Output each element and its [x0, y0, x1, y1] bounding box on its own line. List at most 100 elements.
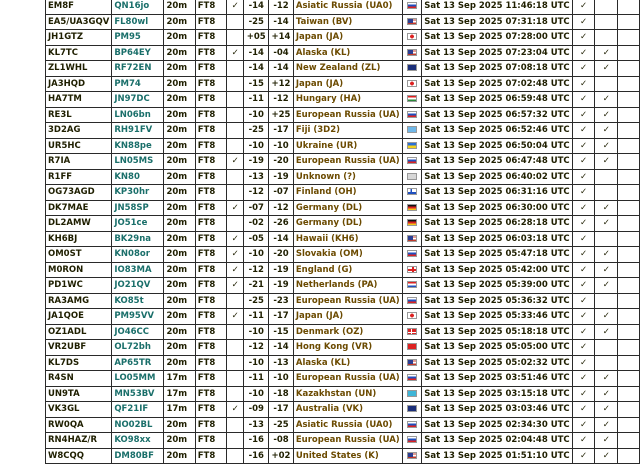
qsl-received-cell: ✓ [594, 44, 619, 61]
country-flag-cell [401, 246, 423, 263]
snr-sent-cell: -05 [243, 230, 270, 247]
country-flag-cell [401, 60, 423, 77]
table-row[interactable]: HA7TM JN97DC 20m FT8 -11 -12 Hungary (HA) Sat 1… [44, 91, 640, 108]
table-row[interactable]: JA3HQD PM74 20m FT8 -15 +12 Japan (JA) Sat 13 S… [44, 75, 640, 92]
band-cell: 20m [163, 246, 196, 263]
table-row[interactable]: RE3L LN06bn 20m FT8 -10 +25 European Russia (U… [44, 106, 640, 123]
extra-cell [617, 246, 640, 263]
timestamp-cell: Sat 13 Sep 2025 06:03:18 UTC [421, 230, 573, 247]
callsign-cell: R7IA [44, 153, 113, 170]
table-row[interactable]: PD1WC JO21QV 20m FT8 ✓ -21 -19 Netherlands (PA)… [44, 277, 640, 294]
snr-sent-cell: -10 [243, 246, 270, 263]
table-row[interactable]: KL7TC BP64EY 20m FT8 ✓ -14 -04 Alaska (KL) Sat 1… [44, 44, 640, 61]
confirmed-check-cell [225, 137, 245, 154]
table-row[interactable]: KH6BJ BK29na 20m FT8 ✓ -05 -14 Hawaii (KH6) Sat … [44, 230, 640, 247]
grid-cell: LN05MS [111, 153, 165, 170]
mode-cell: FT8 [194, 91, 228, 108]
qsl-received-cell [594, 292, 619, 309]
table-row[interactable]: VK3GL QF21IF 17m FT8 ✓ -09 -17 Australia (VK) Sa… [44, 401, 640, 418]
table-row[interactable]: DL2AMW JO51ce 20m FT8 -02 -26 Germany (DL) Sat … [44, 215, 640, 232]
country-flag-icon [406, 296, 417, 304]
mode-cell: FT8 [194, 354, 228, 371]
table-row[interactable]: EA5/UA3GQV FL80wl 20m FT8 -25 -14 Taiwan (BV) S… [44, 13, 640, 30]
dxcc-entity-cell: Asiatic Russia (UA0) [292, 0, 403, 15]
table-row[interactable]: R7IA LN05MS 20m FT8 ✓ -19 -20 European Russia (… [44, 153, 640, 170]
table-row[interactable]: JH1GTZ PM95 20m FT8 +05 +14 Japan (JA) Sat 13 S… [44, 29, 640, 46]
table-row[interactable]: UR5HC KN88pe 20m FT8 -10 -10 Ukraine (UR) Sat 1… [44, 137, 640, 154]
table-row[interactable]: ZL1WHL RF72EN 20m FT8 -14 -14 New Zealand (ZL)… [44, 60, 640, 77]
snr-received-cell: -12 [268, 0, 294, 15]
mode-cell: FT8 [194, 168, 228, 185]
table-row[interactable]: R1FF KN80 20m FT8 -13 -19 Unknown (?) Sat 13 Se… [44, 168, 640, 185]
qsl-received-cell: ✓ [594, 261, 619, 278]
extra-cell [617, 75, 640, 92]
callsign-cell: KL7TC [44, 44, 113, 61]
qsl-sent-cell: ✓ [571, 184, 596, 201]
snr-received-cell: +12 [268, 75, 294, 92]
band-cell: 20m [163, 261, 196, 278]
snr-sent-cell: -12 [243, 339, 270, 356]
timestamp-cell: Sat 13 Sep 2025 07:23:04 UTC [421, 44, 573, 61]
timestamp-cell: Sat 13 Sep 2025 06:31:16 UTC [421, 184, 573, 201]
table-row[interactable]: KL7DS AP65TR 20m FT8 -10 -13 Alaska (KL) Sat 13… [44, 354, 640, 371]
band-cell: 20m [163, 44, 196, 61]
qsl-sent-cell: ✓ [571, 261, 596, 278]
country-flag-icon [406, 79, 417, 87]
callsign-cell: ZL1WHL [44, 60, 113, 77]
band-cell: 20m [163, 447, 196, 464]
country-flag-cell [401, 447, 423, 464]
mode-cell: FT8 [194, 215, 228, 232]
snr-sent-cell: -10 [243, 385, 270, 402]
band-cell: 20m [163, 0, 196, 15]
country-flag-cell [401, 122, 423, 139]
callsign-cell: EM8F [44, 0, 113, 15]
qsl-sent-cell: ✓ [571, 354, 596, 371]
table-row[interactable]: DK7MAE JN58SP 20m FT8 ✓ -07 -12 Germany (DL) Sat… [44, 199, 640, 216]
callsign-cell: KL7DS [44, 354, 113, 371]
table-row[interactable]: M0RON IO83MA 20m FT8 ✓ -12 -19 England (G) Sat 1… [44, 261, 640, 278]
extra-cell [617, 60, 640, 77]
country-flag-cell [401, 91, 423, 108]
mode-cell: FT8 [194, 60, 228, 77]
table-row[interactable]: EM8F QN16jo 20m FT8 ✓ -14 -12 Asiatic Russia (U… [44, 0, 640, 15]
qsl-received-cell [594, 0, 619, 15]
grid-cell: IO83MA [111, 261, 165, 278]
timestamp-cell: Sat 13 Sep 2025 03:51:46 UTC [421, 370, 573, 387]
extra-cell [617, 215, 640, 232]
mode-cell: FT8 [194, 401, 228, 418]
snr-sent-cell: -13 [243, 416, 270, 433]
mode-cell: FT8 [194, 432, 228, 449]
table-row[interactable]: UN9TA MN53BV 17m FT8 -10 -18 Kazakhstan (UN) Sa… [44, 385, 640, 402]
table-row[interactable]: W8CQQ DM80BF 20m FT8 -16 +02 United States (K)… [44, 447, 640, 464]
grid-cell: QF21IF [111, 401, 165, 418]
callsign-cell: JH1GTZ [44, 29, 113, 46]
grid-cell: PM95VV [111, 308, 165, 325]
mode-cell: FT8 [194, 323, 228, 340]
country-flag-cell [401, 184, 423, 201]
dxcc-entity-cell: Denmark (OZ) [292, 323, 403, 340]
callsign-cell: OG73AGD [44, 184, 113, 201]
grid-cell: KO98xx [111, 432, 165, 449]
snr-sent-cell: -11 [243, 91, 270, 108]
table-row[interactable]: RW0QA NO02BL 20m FT8 -13 -25 Asiatic Russia (U… [44, 416, 640, 433]
grid-cell: LN06bn [111, 106, 165, 123]
table-row[interactable]: OG73AGD KP30hr 20m FT8 -12 -07 Finland (OH) Sat… [44, 184, 640, 201]
table-row[interactable]: OZ1ADL JO46CC 20m FT8 -10 -15 Denmark (OZ) Sat … [44, 323, 640, 340]
table-row[interactable]: 3D2AG RH91FV 20m FT8 -25 -17 Fiji (3D2) Sat 13 … [44, 122, 640, 139]
table-row[interactable]: OM0ST KN08or 20m FT8 ✓ -10 -20 Slovakia (OM) Sat… [44, 246, 640, 263]
snr-sent-cell: -07 [243, 199, 270, 216]
timestamp-cell: Sat 13 Sep 2025 06:50:04 UTC [421, 137, 573, 154]
table-row[interactable]: RA3AMG KO85t 20m FT8 -25 -23 European Russia (… [44, 292, 640, 309]
table-row[interactable]: R4SN LO05MM 17m FT8 -11 -10 European Russia (U… [44, 370, 640, 387]
table-row[interactable]: VR2UBF OL72bh 20m FT8 -12 -14 Hong Kong (VR) Sa… [44, 339, 640, 356]
band-cell: 20m [163, 323, 196, 340]
dxcc-entity-cell: Taiwan (BV) [292, 13, 403, 30]
table-row[interactable]: RN4HAZ/R KO98xx 20m FT8 -16 -08 European Russi… [44, 432, 640, 449]
extra-cell [617, 447, 640, 464]
confirmed-check-cell [225, 122, 245, 139]
dxcc-entity-cell: European Russia (UA) [292, 370, 403, 387]
snr-received-cell: -10 [268, 137, 294, 154]
qsl-received-cell: ✓ [594, 401, 619, 418]
table-row[interactable]: JA1QOE PM95VV 20m FT8 ✓ -11 -17 Japan (JA) Sat 1… [44, 308, 640, 325]
qsl-sent-cell: ✓ [571, 401, 596, 418]
